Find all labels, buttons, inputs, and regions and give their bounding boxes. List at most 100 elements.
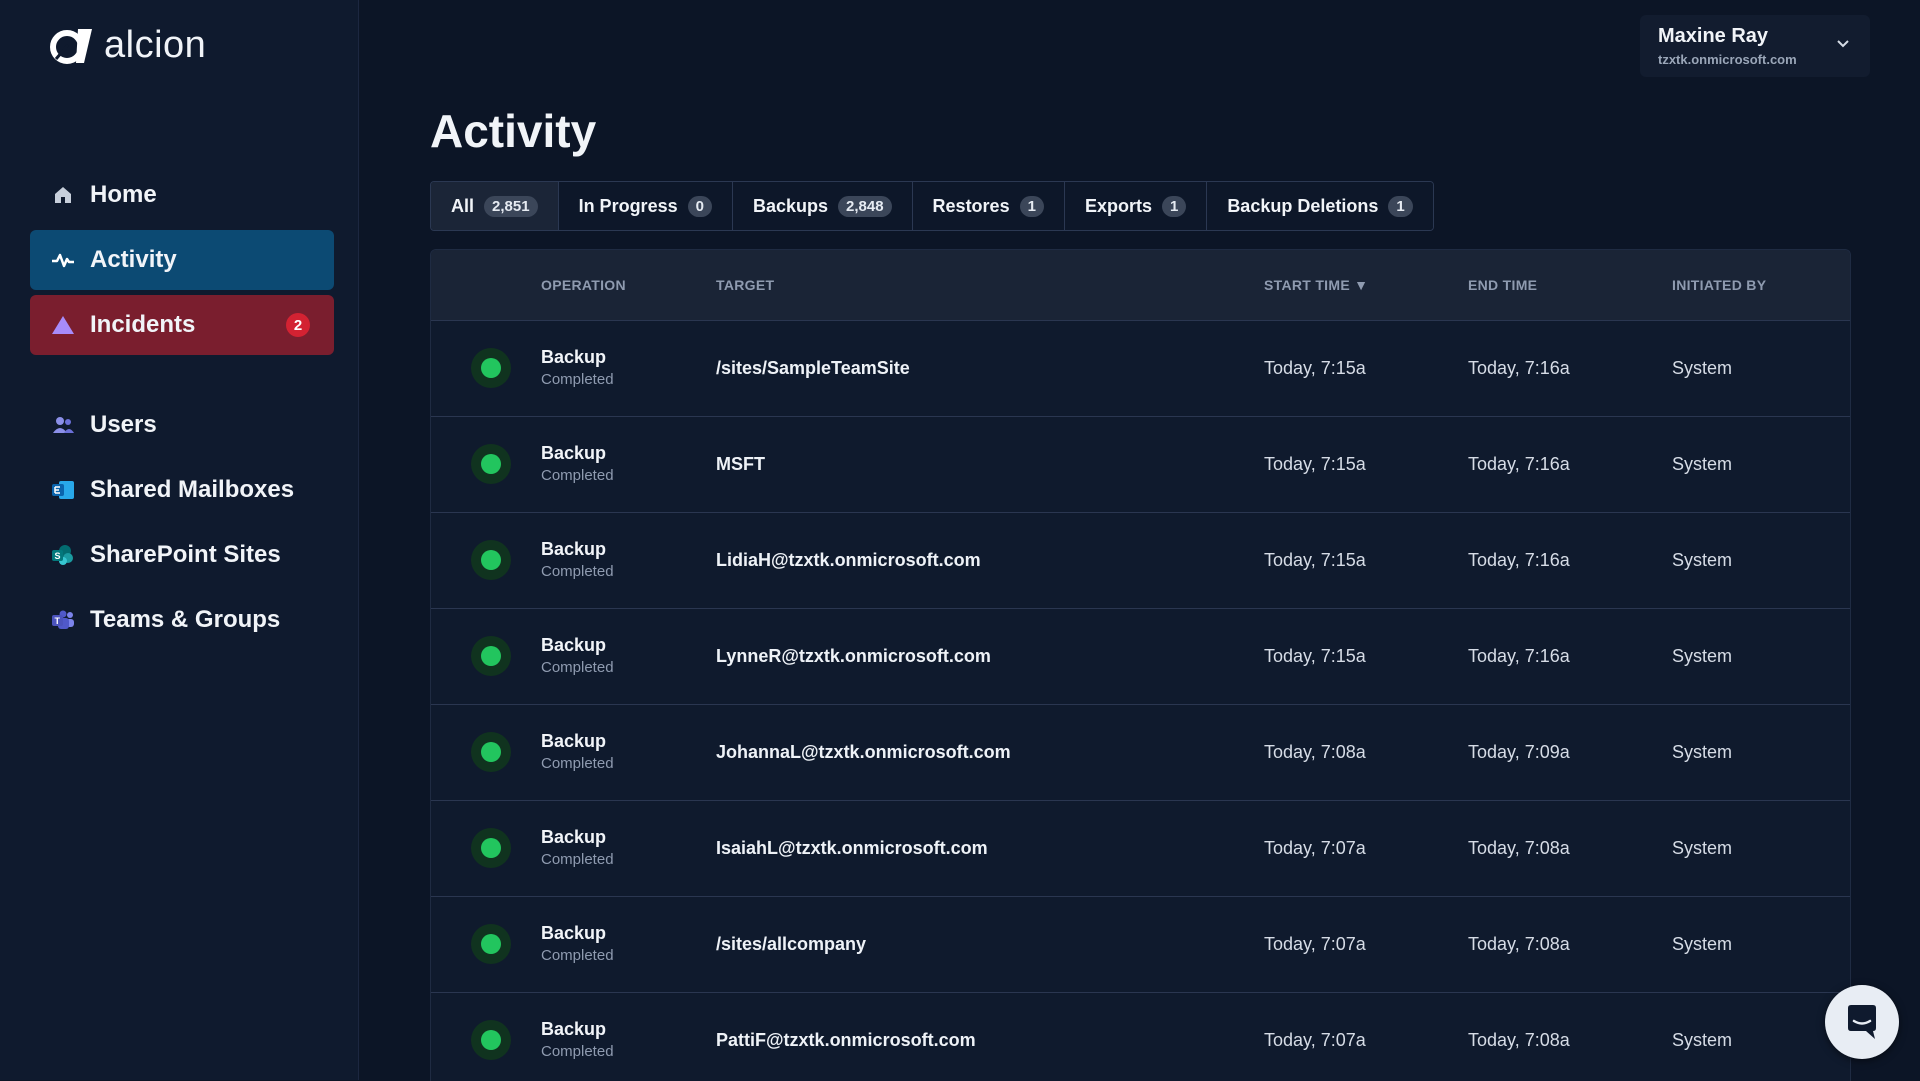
status-dot bbox=[481, 454, 501, 474]
svg-text:T: T bbox=[55, 616, 61, 626]
alcion-logo[interactable]: alcion bbox=[48, 24, 206, 67]
target-cell[interactable]: /sites/allcompany bbox=[716, 934, 866, 955]
logo-text: alcion bbox=[104, 24, 207, 66]
tab-backup-deletions[interactable]: Backup Deletions 1 bbox=[1207, 182, 1433, 230]
end-time-cell: Today, 7:16a bbox=[1468, 550, 1570, 570]
end-time-cell: Today, 7:08a bbox=[1468, 1030, 1570, 1050]
status-dot bbox=[481, 550, 501, 570]
sidebar-item-activity[interactable]: Activity bbox=[30, 230, 334, 290]
table-row[interactable]: Backup Completed MSFT Today, 7:15a Today, 7:… bbox=[431, 417, 1850, 513]
end-time-cell: Today, 7:08a bbox=[1468, 838, 1570, 858]
tab-label: Restores bbox=[932, 195, 1010, 216]
sidebar-item-incidents[interactable]: Incidents 2 bbox=[30, 295, 334, 355]
sidebar-item-label: Teams & Groups bbox=[90, 606, 281, 633]
operation-name: Backup bbox=[541, 731, 607, 751]
column-header-target[interactable]: TARGET bbox=[716, 277, 774, 293]
end-time-cell: Today, 7:08a bbox=[1468, 934, 1570, 954]
column-header-start-time[interactable]: START TIME ▼ bbox=[1264, 277, 1368, 293]
initiated-by-cell: System bbox=[1672, 454, 1733, 474]
status-dot bbox=[481, 1030, 501, 1050]
status-completed-icon bbox=[471, 444, 511, 484]
status-completed-icon bbox=[471, 636, 511, 676]
operation-name: Backup bbox=[541, 347, 607, 367]
tab-backups[interactable]: Backups 2,848 bbox=[732, 182, 913, 230]
operation-name: Backup bbox=[541, 539, 607, 559]
initiated-by-cell: System bbox=[1672, 550, 1733, 570]
alcion-logo-icon bbox=[50, 28, 92, 64]
sidebar-item-label: Users bbox=[90, 411, 157, 438]
operation-status: Completed bbox=[541, 755, 614, 772]
table-row[interactable]: Backup Completed LynneR@tzxtk.onmicrosoft.… bbox=[431, 609, 1850, 705]
status-dot bbox=[481, 646, 501, 666]
tab-all[interactable]: All 2,851 bbox=[431, 182, 559, 230]
start-time-cell: Today, 7:07a bbox=[1264, 1030, 1366, 1050]
table-row[interactable]: Backup Completed/sites/SampleTeamSite Toda… bbox=[431, 321, 1850, 417]
end-time-cell: Today, 7:16a bbox=[1468, 646, 1570, 666]
operation-cell: Backup Completed bbox=[541, 923, 614, 964]
initiated-by-cell: System bbox=[1672, 838, 1733, 858]
table-row[interactable]: Backup Completed LidiaH@tzxtk.onmicrosoft.… bbox=[431, 513, 1850, 609]
sidebar-item-label: Activity bbox=[90, 246, 177, 273]
status-dot bbox=[481, 358, 501, 378]
target-cell[interactable]: /sites/SampleTeamSite bbox=[716, 358, 910, 379]
start-time-cell: Today, 7:08a bbox=[1264, 742, 1366, 762]
table-row[interactable]: Backup Completed IsaiahL@tzxtk.onmicrosoft… bbox=[431, 801, 1850, 897]
operation-status: Completed bbox=[541, 1043, 614, 1060]
chat-support-button[interactable] bbox=[1825, 985, 1899, 1059]
operation-status: Completed bbox=[541, 947, 614, 964]
column-header-end-time[interactable]: END TIME bbox=[1468, 277, 1537, 293]
home-icon bbox=[50, 182, 76, 208]
tab-in-progress[interactable]: In Progress 0 bbox=[558, 182, 733, 230]
tab-count-badge: 2,851 bbox=[484, 195, 538, 217]
target-cell[interactable]: LynneR@tzxtk.onmicrosoft.com bbox=[716, 646, 991, 667]
sidebar-item-label: Home bbox=[90, 181, 157, 208]
operation-status: Completed bbox=[541, 659, 614, 676]
start-time-cell: Today, 7:15a bbox=[1264, 646, 1366, 666]
target-cell[interactable]: IsaiahL@tzxtk.onmicrosoft.com bbox=[716, 838, 988, 859]
operation-cell: Backup Completed bbox=[541, 539, 614, 580]
target-cell[interactable]: LidiaH@tzxtk.onmicrosoft.com bbox=[716, 550, 981, 571]
end-time-cell: Today, 7:16a bbox=[1468, 454, 1570, 474]
end-time-cell: Today, 7:09a bbox=[1468, 742, 1570, 762]
sidebar-item-label: SharePoint Sites bbox=[90, 541, 281, 568]
tab-count-badge: 2,848 bbox=[838, 195, 892, 217]
operation-status: Completed bbox=[541, 371, 614, 388]
status-dot bbox=[481, 934, 501, 954]
sidebar-item-sharepoint-sites[interactable]: S SharePoint Sites bbox=[30, 525, 334, 585]
start-time-cell: Today, 7:07a bbox=[1264, 934, 1366, 954]
start-time-cell: Today, 7:15a bbox=[1264, 550, 1366, 570]
sharepoint-icon: S bbox=[50, 542, 76, 568]
svg-text:S: S bbox=[55, 551, 61, 561]
operation-name: Backup bbox=[541, 635, 607, 655]
status-dot bbox=[481, 742, 501, 762]
table-row[interactable]: Backup Completed JohannaL@tzxtk.onmicrosof… bbox=[431, 705, 1850, 801]
tab-label: Backups bbox=[752, 195, 828, 216]
tab-restores[interactable]: Restores 1 bbox=[912, 182, 1065, 230]
tab-label: Exports bbox=[1084, 195, 1152, 216]
incidents-count-badge: 2 bbox=[286, 313, 310, 337]
user-menu[interactable]: Maxine Ray tzxtk.onmicrosoft.com bbox=[1640, 15, 1870, 77]
sidebar-item-teams-groups[interactable]: T Teams & Groups bbox=[30, 590, 334, 650]
sidebar-item-users[interactable]: Users bbox=[30, 395, 334, 455]
status-completed-icon bbox=[471, 1020, 511, 1060]
column-header-operation[interactable]: OPERATION bbox=[541, 277, 626, 293]
target-cell[interactable]: PattiF@tzxtk.onmicrosoft.com bbox=[716, 1030, 976, 1051]
status-completed-icon bbox=[471, 732, 511, 772]
tab-count-badge: 1 bbox=[1388, 195, 1413, 217]
tab-count-badge: 1 bbox=[1161, 195, 1187, 217]
operation-name: Backup bbox=[541, 827, 607, 847]
operation-cell: Backup Completed bbox=[541, 827, 614, 868]
table-row[interactable]: Backup Completed PattiF@tzxtk.onmicrosoft.… bbox=[431, 993, 1850, 1081]
sidebar-item-home[interactable]: Home bbox=[30, 165, 334, 225]
users-icon bbox=[50, 412, 76, 438]
start-time-cell: Today, 7:07a bbox=[1264, 838, 1366, 858]
target-cell[interactable]: MSFT bbox=[716, 454, 765, 475]
target-cell[interactable]: JohannaL@tzxtk.onmicrosoft.com bbox=[716, 742, 1011, 763]
chevron-down-icon bbox=[1837, 40, 1849, 48]
table-row[interactable]: Backup Completed/sites/allcompany Today, 7… bbox=[431, 897, 1850, 993]
activity-pulse-icon bbox=[50, 247, 76, 273]
tab-exports[interactable]: Exports 1 bbox=[1064, 182, 1208, 230]
status-dot bbox=[481, 838, 501, 858]
column-header-initiated-by[interactable]: INITIATED BY bbox=[1672, 277, 1766, 293]
sidebar-item-shared-mailboxes[interactable]: Shared Mailboxes bbox=[30, 460, 334, 520]
